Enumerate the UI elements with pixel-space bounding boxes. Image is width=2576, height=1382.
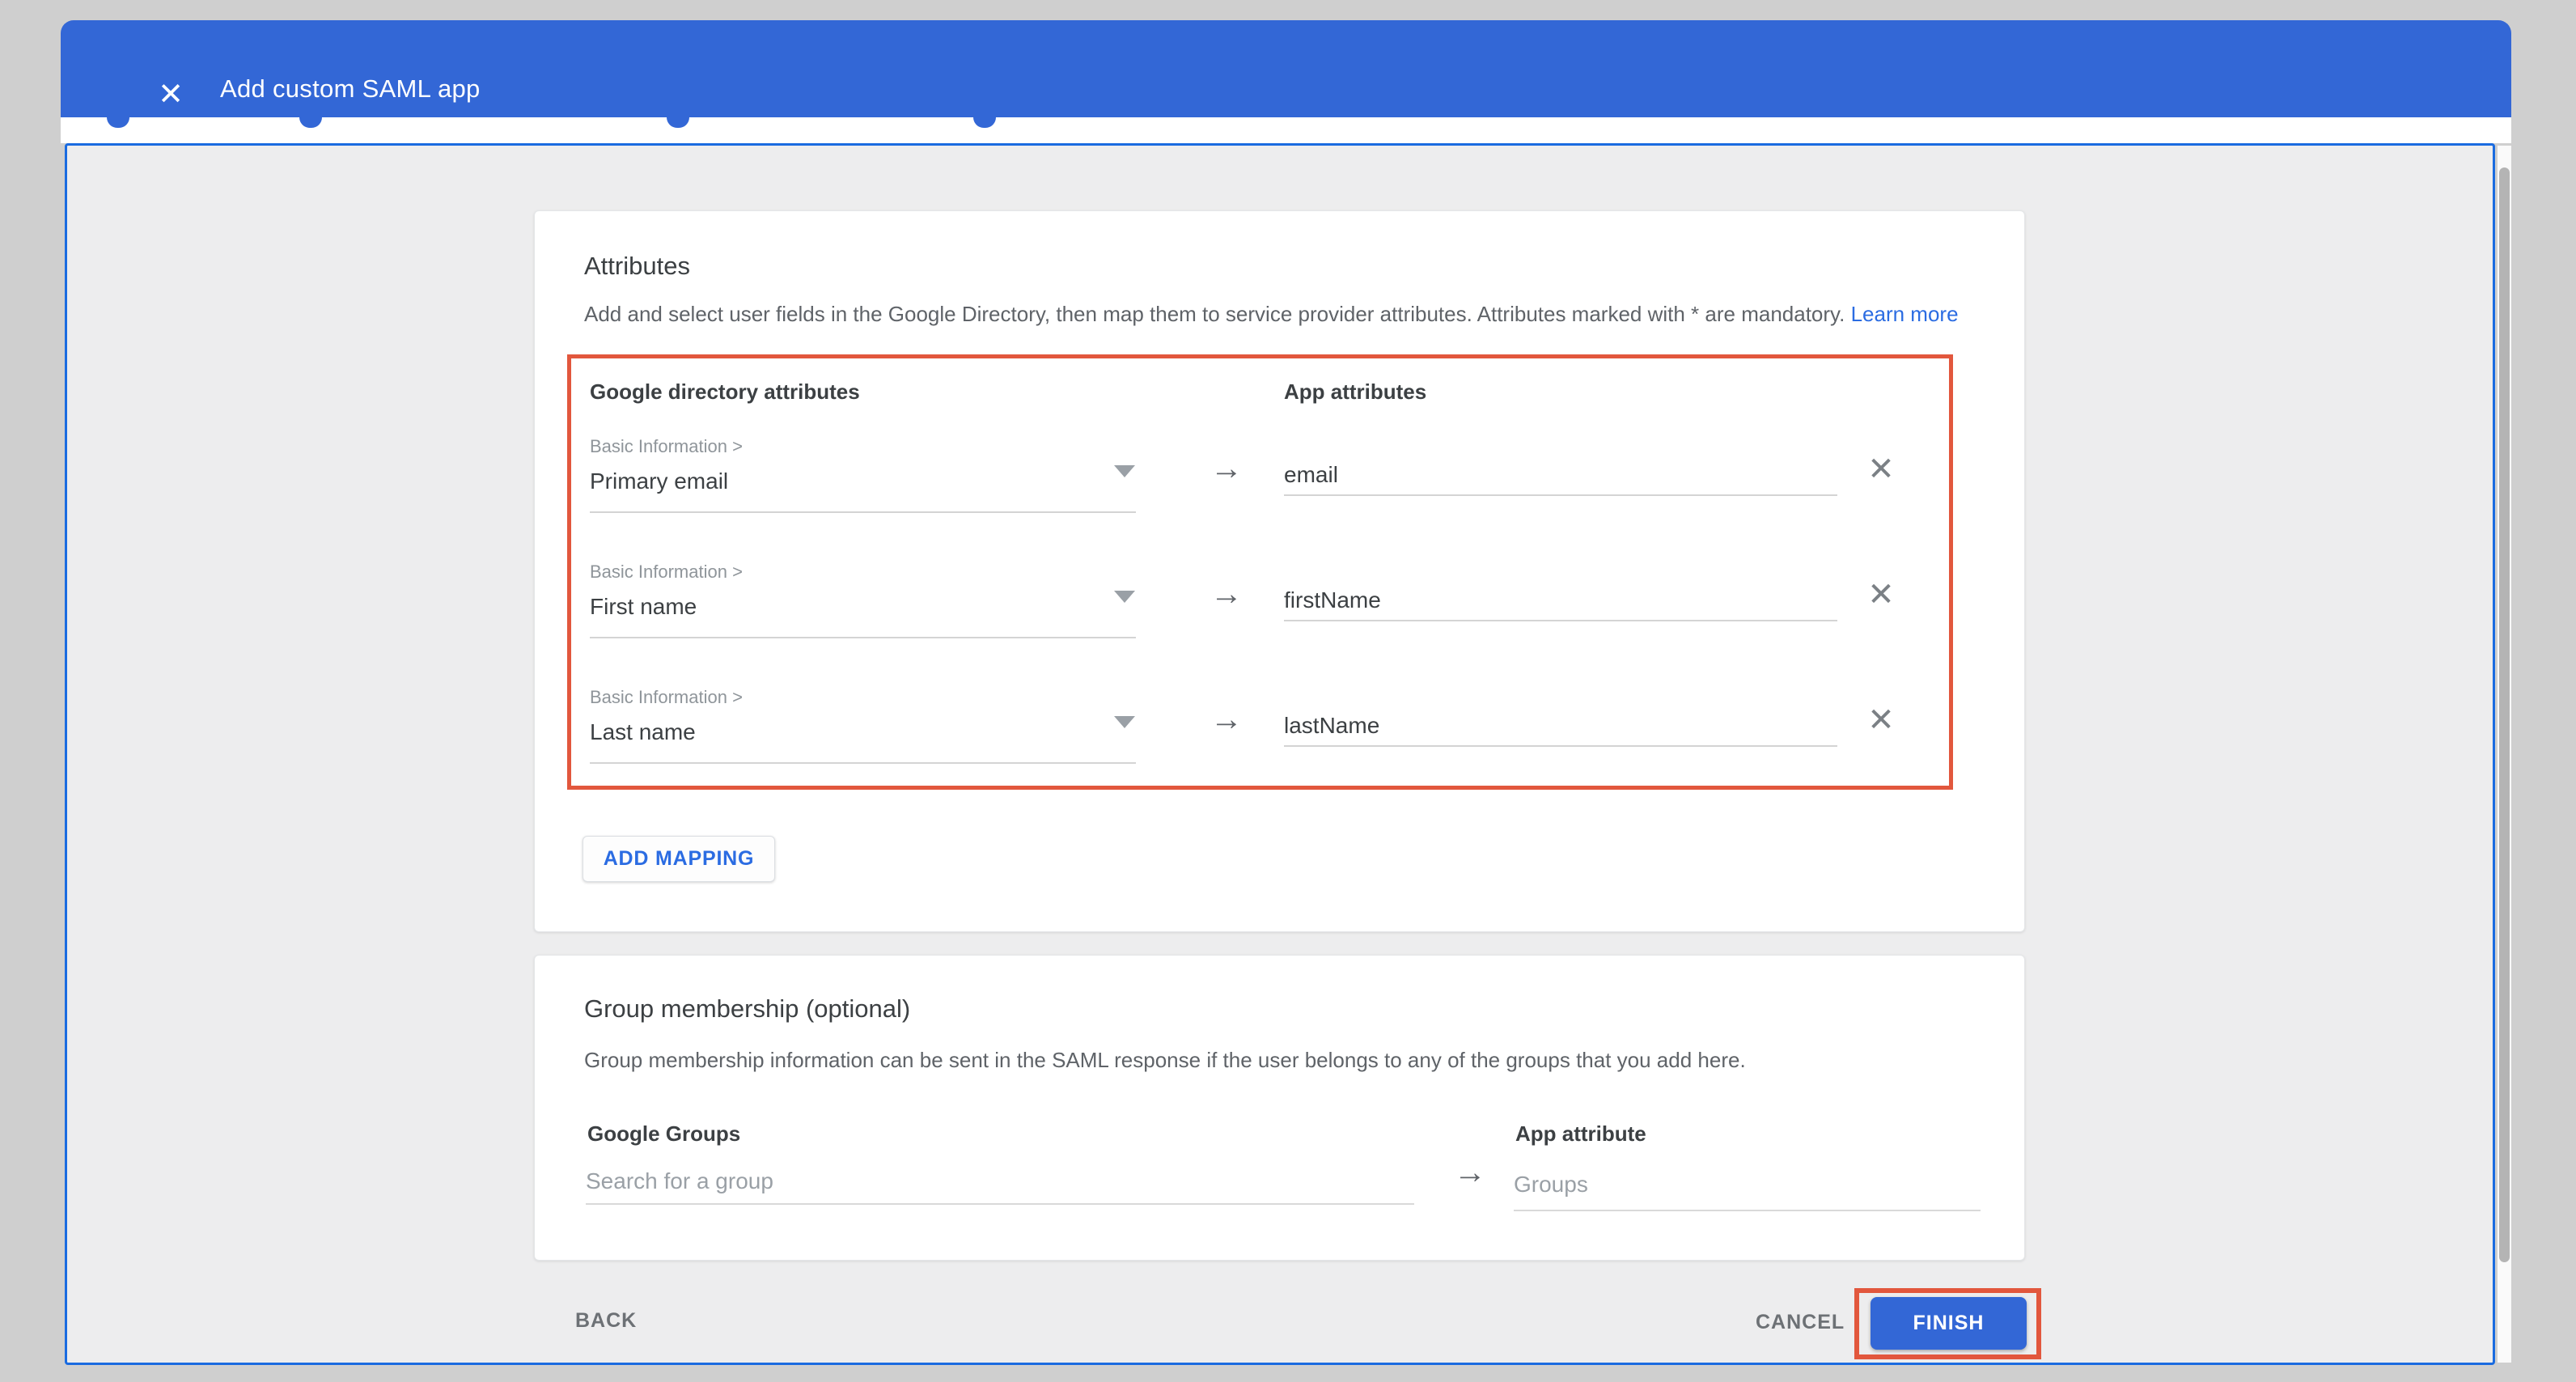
select-underline (590, 637, 1136, 638)
google-attribute-select[interactable]: Basic Information > Primary email (590, 436, 1140, 517)
stepper-dot-icon (299, 117, 322, 128)
stepper-strip (61, 117, 2511, 143)
group-membership-card: Group membership (optional) Group member… (534, 955, 2025, 1261)
mapping-row: Basic Information > Primary email → ✕ (571, 436, 1949, 545)
attributes-annotation-box: Google directory attributes App attribut… (567, 354, 1953, 790)
app-attribute-input[interactable] (1284, 581, 1837, 621)
remove-mapping-icon: ✕ (1867, 702, 1895, 738)
stepper-dot-icon (667, 117, 689, 128)
google-attribute-value: First name (590, 594, 697, 620)
app-attribute-input[interactable] (1284, 456, 1837, 496)
group-membership-title: Group membership (optional) (584, 994, 910, 1024)
finish-button[interactable]: FINISH (1871, 1297, 2027, 1350)
dialog-header: ✕ Add custom SAML app (61, 20, 2511, 117)
chevron-down-icon (1114, 591, 1135, 603)
google-attribute-select[interactable]: Basic Information > First name (590, 562, 1140, 642)
stepper-dot-icon (973, 117, 996, 128)
google-attribute-value: Last name (590, 719, 696, 745)
arrow-right-icon: → (1450, 1153, 1490, 1192)
add-custom-saml-app-dialog: ✕ Add custom SAML app Attributes Add and… (0, 0, 2576, 1382)
mapping-row: Basic Information > First name → ✕ (571, 562, 1949, 671)
groups-app-attribute-input[interactable] (1514, 1159, 1981, 1211)
back-button[interactable]: BACK (562, 1301, 650, 1341)
mapping-row: Basic Information > Last name → ✕ (571, 687, 1949, 796)
attribute-category-label: Basic Information > (590, 687, 743, 708)
scrollbar-thumb[interactable] (2499, 167, 2510, 1262)
remove-mapping-icon: ✕ (1867, 451, 1895, 487)
select-underline (590, 511, 1136, 513)
learn-more-link[interactable]: Learn more (1851, 302, 1959, 326)
dialog-title: Add custom SAML app (220, 74, 481, 104)
attributes-card: Attributes Add and select user fields in… (534, 210, 2025, 932)
remove-mapping-button[interactable]: ✕ (1859, 573, 1903, 617)
app-attribute-input[interactable] (1284, 706, 1837, 747)
remove-mapping-button[interactable]: ✕ (1859, 447, 1903, 491)
google-attribute-value: Primary email (590, 468, 728, 494)
close-button[interactable]: ✕ (148, 72, 193, 117)
group-search-input[interactable] (586, 1159, 1414, 1205)
close-icon: ✕ (158, 78, 184, 112)
attribute-category-label: Basic Information > (590, 562, 743, 583)
attributes-card-title: Attributes (584, 252, 690, 281)
stepper-dot-icon (107, 117, 129, 128)
google-attribute-select[interactable]: Basic Information > Last name (590, 687, 1140, 768)
arrow-right-icon: → (1206, 700, 1247, 739)
app-attributes-header: App attributes (1284, 379, 1426, 405)
select-underline (590, 762, 1136, 764)
attribute-category-label: Basic Information > (590, 436, 743, 457)
attributes-card-description: Add and select user fields in the Google… (584, 300, 1984, 328)
add-mapping-button[interactable]: ADD MAPPING (583, 836, 775, 882)
arrow-right-icon: → (1206, 574, 1247, 613)
chevron-down-icon (1114, 465, 1135, 477)
google-groups-label: Google Groups (587, 1121, 740, 1147)
attributes-description-text: Add and select user fields in the Google… (584, 302, 1845, 326)
chevron-down-icon (1114, 716, 1135, 728)
scrollbar-track[interactable] (2498, 146, 2511, 1363)
google-directory-attributes-header: Google directory attributes (590, 379, 860, 405)
arrow-right-icon: → (1206, 449, 1247, 488)
remove-mapping-icon: ✕ (1867, 577, 1895, 613)
group-membership-description: Group membership information can be sent… (584, 1046, 1984, 1074)
app-attribute-label: App attribute (1515, 1121, 1646, 1147)
remove-mapping-button[interactable]: ✕ (1859, 698, 1903, 742)
cancel-button[interactable]: CANCEL (1743, 1303, 1858, 1342)
